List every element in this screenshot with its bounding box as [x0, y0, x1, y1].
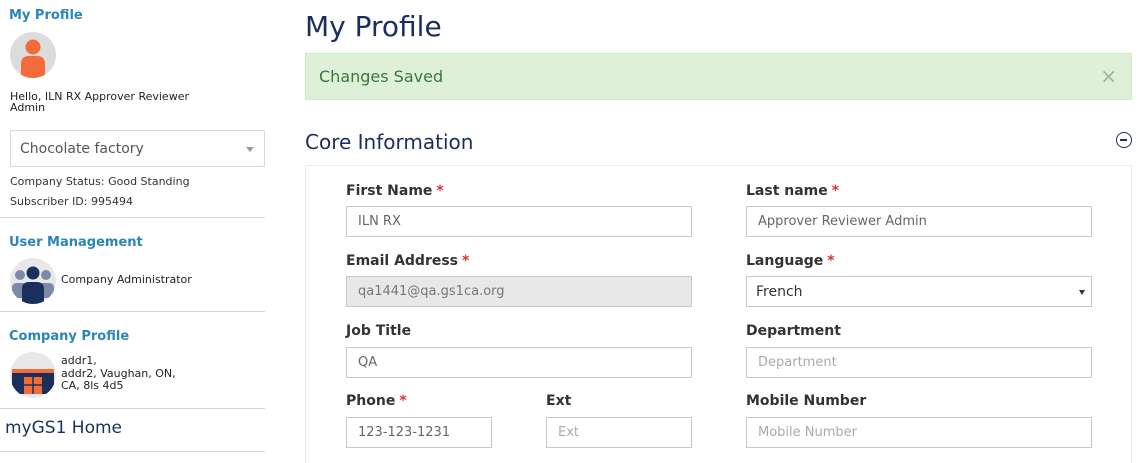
last-name-value: Approver Reviewer Admin	[758, 214, 927, 229]
job-title-value: QA	[358, 355, 378, 370]
divider	[0, 408, 265, 409]
department-label: Department	[746, 323, 841, 339]
alert-message: Changes Saved	[319, 67, 444, 86]
company-select-value: Chocolate factory	[20, 140, 144, 157]
close-icon[interactable]: ×	[1100, 64, 1117, 88]
ext-field[interactable]: Ext	[546, 417, 692, 448]
job-title-label-text: Job Title	[346, 323, 412, 339]
email-label: Email Address *	[346, 253, 469, 269]
sidebar: My Profile Hello, ILN RX Approver Review…	[0, 0, 266, 463]
first-name-value: ILN RX	[358, 214, 401, 229]
company-address: addr1, addr2, Vaughan, ON, CA, 8ls 4d5	[61, 354, 211, 393]
user-role: Company Administrator	[61, 273, 192, 286]
first-name-label: First Name *	[346, 183, 444, 199]
mobile-placeholder: Mobile Number	[758, 425, 857, 440]
required-marker: *	[462, 253, 470, 269]
success-alert: Changes Saved ×	[305, 53, 1132, 100]
required-marker: *	[827, 253, 835, 269]
page-title: My Profile	[305, 10, 442, 43]
building-icon	[10, 352, 56, 398]
language-label-text: Language	[746, 253, 824, 269]
required-marker: *	[831, 183, 840, 199]
language-value: French	[756, 283, 803, 300]
ext-placeholder: Ext	[558, 425, 580, 440]
job-title-field[interactable]: QA	[346, 347, 692, 378]
ext-label-text: Ext	[546, 393, 572, 409]
phone-field[interactable]: 123-123-1231	[346, 417, 492, 448]
required-marker: *	[399, 393, 407, 409]
mobile-label-text: Mobile Number	[746, 393, 867, 409]
department-field[interactable]: Department	[746, 347, 1092, 378]
subscriber-id: Subscriber ID: 995494	[10, 195, 133, 208]
sidebar-profile-title[interactable]: My Profile	[9, 8, 83, 23]
sidebar-company-profile-title[interactable]: Company Profile	[9, 329, 129, 344]
email-field: qa1441@qa.gs1ca.org	[346, 276, 692, 307]
minus-circle-icon[interactable]	[1116, 132, 1132, 148]
address-line-3: CA, 8ls 4d5	[61, 379, 124, 392]
job-title-label: Job Title	[346, 323, 411, 339]
users-group-icon	[10, 258, 56, 304]
address-line-1: addr1,	[61, 354, 97, 367]
last-name-label-text: Last name	[746, 183, 828, 199]
language-label: Language *	[746, 253, 835, 269]
greeting-line-2: Admin	[10, 101, 46, 114]
divider	[0, 451, 265, 452]
last-name-field[interactable]: Approver Reviewer Admin	[746, 206, 1092, 237]
phone-label: Phone *	[346, 393, 407, 409]
mobile-field[interactable]: Mobile Number	[746, 417, 1092, 448]
department-label-text: Department	[746, 323, 841, 339]
greeting: Hello, ILN RX Approver Reviewer Admin	[10, 91, 210, 113]
department-placeholder: Department	[758, 355, 837, 370]
sidebar-user-management-title[interactable]: User Management	[9, 235, 143, 250]
divider	[0, 311, 265, 312]
core-information-panel: First Name * ILN RX Last name * Approver R…	[305, 165, 1132, 463]
mobile-label: Mobile Number	[746, 393, 866, 409]
chevron-down-icon	[1079, 290, 1085, 295]
ext-label: Ext	[546, 393, 571, 409]
company-select[interactable]: Chocolate factory	[10, 130, 265, 167]
phone-label-text: Phone	[346, 393, 396, 409]
company-status: Company Status: Good Standing	[10, 175, 190, 188]
email-label-text: Email Address	[346, 253, 459, 269]
email-value: qa1441@qa.gs1ca.org	[358, 284, 505, 299]
language-select[interactable]: French	[746, 276, 1092, 307]
last-name-label: Last name *	[746, 183, 839, 199]
first-name-label-text: First Name	[346, 183, 433, 199]
phone-value: 123-123-1231	[358, 425, 451, 440]
first-name-field[interactable]: ILN RX	[346, 206, 692, 237]
chevron-down-icon	[246, 147, 254, 152]
section-title: Core Information	[305, 130, 474, 154]
divider	[0, 217, 265, 218]
person-avatar-icon	[10, 32, 56, 78]
required-marker: *	[436, 183, 444, 199]
mygs1-home-link[interactable]: myGS1 Home	[5, 418, 122, 438]
